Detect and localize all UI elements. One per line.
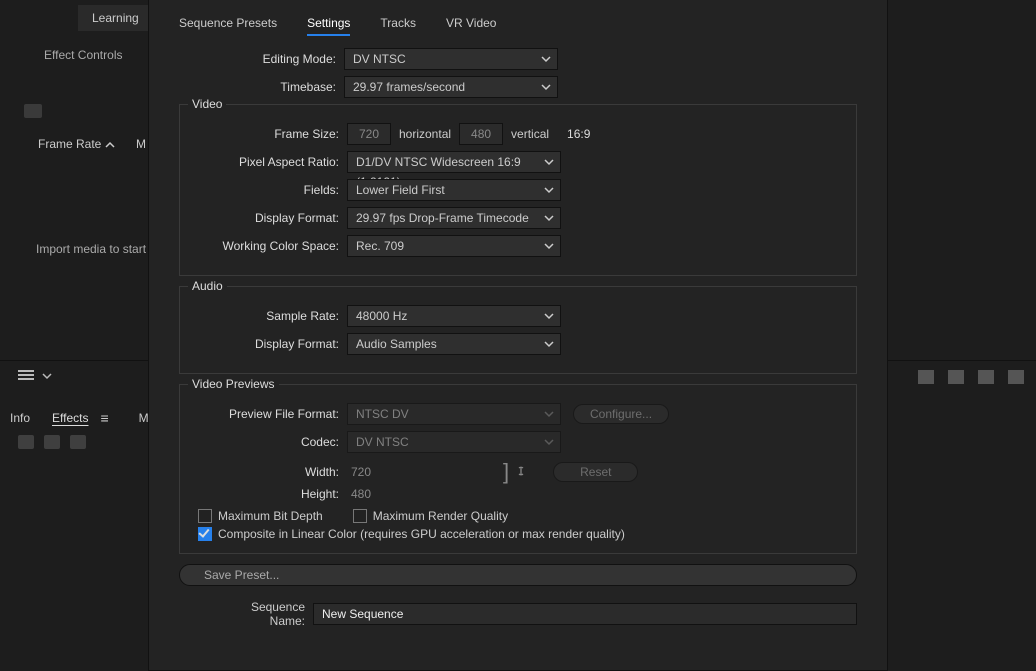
chevron-down-icon — [544, 311, 554, 321]
fields-value: Lower Field First — [356, 183, 445, 197]
reset-button: Reset — [553, 462, 638, 482]
preview-width-value: 720 — [347, 465, 497, 479]
audio-display-format-select[interactable]: Audio Samples — [347, 333, 561, 355]
chevron-down-icon — [541, 54, 551, 64]
configure-button: Configure... — [573, 404, 669, 424]
monitor-icon[interactable] — [978, 370, 994, 384]
dialog-tabs: Sequence Presets Settings Tracks VR Vide… — [149, 0, 887, 40]
lower-panel-tabs: Info Effects ≡ M — [10, 410, 149, 426]
effects-filter-icons — [18, 435, 86, 449]
preview-height-label: Height: — [192, 487, 347, 501]
panel-tab-effect-controls[interactable]: Effect Controls — [44, 48, 122, 62]
timebase-value: 29.97 frames/second — [353, 80, 465, 94]
panel-icon — [24, 104, 42, 118]
filter-icon[interactable] — [44, 435, 60, 449]
frame-rate-label: Frame Rate — [38, 137, 101, 151]
frame-size-label: Frame Size: — [192, 127, 347, 141]
video-display-format-label: Display Format: — [192, 211, 347, 225]
tab-vr-video[interactable]: VR Video — [446, 16, 496, 36]
chevron-down-icon — [42, 371, 52, 381]
max-bit-depth-checkbox[interactable] — [198, 509, 212, 523]
composite-linear-label: Composite in Linear Color (requires GPU … — [218, 527, 625, 541]
audio-legend: Audio — [188, 279, 227, 293]
frame-width-input[interactable]: 720 — [347, 123, 391, 145]
working-color-space-value: Rec. 709 — [356, 239, 404, 253]
chevron-up-icon — [105, 140, 115, 150]
fields-label: Fields: — [192, 183, 347, 197]
par-label: Pixel Aspect Ratio: — [192, 155, 347, 169]
chevron-down-icon — [544, 409, 554, 419]
chevron-down-icon — [544, 437, 554, 447]
import-media-placeholder: Import media to start — [36, 242, 146, 256]
preview-file-format-label: Preview File Format: — [192, 407, 347, 421]
bracket-icon: ] — [503, 459, 509, 485]
editing-mode-select[interactable]: DV NTSC — [344, 48, 558, 70]
audio-display-format-value: Audio Samples — [356, 337, 437, 351]
chevron-down-icon — [541, 82, 551, 92]
audio-group: Audio Sample Rate: 48000 Hz Display Form… — [179, 286, 857, 374]
timebase-label: Timebase: — [179, 80, 344, 94]
monitor-icon[interactable] — [948, 370, 964, 384]
max-bit-depth-label: Maximum Bit Depth — [218, 509, 323, 523]
video-previews-legend: Video Previews — [188, 377, 279, 391]
sequence-name-input[interactable]: New Sequence — [313, 603, 857, 625]
panel-menu-icon[interactable]: ≡ — [100, 410, 106, 426]
editing-mode-label: Editing Mode: — [179, 52, 344, 66]
max-render-quality-label: Maximum Render Quality — [373, 509, 508, 523]
workspace-tab-learning[interactable]: Learning — [78, 5, 153, 31]
video-legend: Video — [188, 97, 226, 111]
tab-settings[interactable]: Settings — [307, 16, 350, 36]
column-header-frame-rate[interactable]: Frame Rate — [38, 137, 115, 151]
video-display-format-value: 29.97 fps Drop-Frame Timecode — [356, 211, 529, 225]
preview-height-value: 480 — [347, 487, 371, 501]
editing-mode-value: DV NTSC — [353, 52, 406, 66]
chevron-down-icon — [544, 339, 554, 349]
working-color-space-select[interactable]: Rec. 709 — [347, 235, 561, 257]
fields-select[interactable]: Lower Field First — [347, 179, 561, 201]
chevron-down-icon — [544, 157, 554, 167]
par-select[interactable]: D1/DV NTSC Widescreen 16:9 (1.2121) — [347, 151, 561, 173]
filter-icon[interactable] — [18, 435, 34, 449]
preview-file-format-value: NTSC DV — [356, 407, 409, 421]
video-display-format-select[interactable]: 29.97 fps Drop-Frame Timecode — [347, 207, 561, 229]
timebase-select[interactable]: 29.97 frames/second — [344, 76, 558, 98]
monitor-icon[interactable] — [1008, 370, 1024, 384]
monitor-icon[interactable] — [918, 370, 934, 384]
tab-sequence-presets[interactable]: Sequence Presets — [179, 16, 277, 36]
new-sequence-dialog: Sequence Presets Settings Tracks VR Vide… — [148, 0, 888, 671]
filter-icon[interactable] — [70, 435, 86, 449]
chevron-down-icon — [544, 185, 554, 195]
tab-tracks[interactable]: Tracks — [380, 16, 416, 36]
video-previews-group: Video Previews Preview File Format: NTSC… — [179, 384, 857, 554]
vertical-label: vertical — [511, 127, 549, 141]
preview-file-format-select: NTSC DV — [347, 403, 561, 425]
horizontal-label: horizontal — [399, 127, 451, 141]
video-group: Video Frame Size: 720 horizontal 480 ver… — [179, 104, 857, 276]
sequence-name-label: Sequence Name: — [223, 600, 313, 628]
chevron-down-icon — [544, 241, 554, 251]
chevron-down-icon — [544, 213, 554, 223]
aspect-ratio-readout: 16:9 — [567, 127, 590, 141]
codec-select: DV NTSC — [347, 431, 561, 453]
working-color-space-label: Working Color Space: — [192, 239, 347, 253]
save-preset-button[interactable]: Save Preset... — [179, 564, 857, 586]
hamburger-icon — [18, 370, 34, 382]
codec-label: Codec: — [192, 435, 347, 449]
sample-rate-label: Sample Rate: — [192, 309, 347, 323]
max-render-quality-checkbox[interactable] — [353, 509, 367, 523]
tab-effects[interactable]: Effects — [52, 411, 88, 425]
column-header-m[interactable]: M — [136, 137, 146, 151]
link-icon[interactable] — [515, 463, 527, 482]
composite-linear-checkbox[interactable] — [198, 527, 212, 541]
audio-display-format-label: Display Format: — [192, 337, 347, 351]
sample-rate-value: 48000 Hz — [356, 309, 407, 323]
frame-height-input[interactable]: 480 — [459, 123, 503, 145]
codec-value: DV NTSC — [356, 435, 409, 449]
tab-info[interactable]: Info — [10, 411, 30, 425]
sample-rate-select[interactable]: 48000 Hz — [347, 305, 561, 327]
program-monitor-icons — [918, 370, 1024, 384]
preview-width-label: Width: — [192, 465, 347, 479]
panel-menu[interactable] — [18, 370, 52, 382]
